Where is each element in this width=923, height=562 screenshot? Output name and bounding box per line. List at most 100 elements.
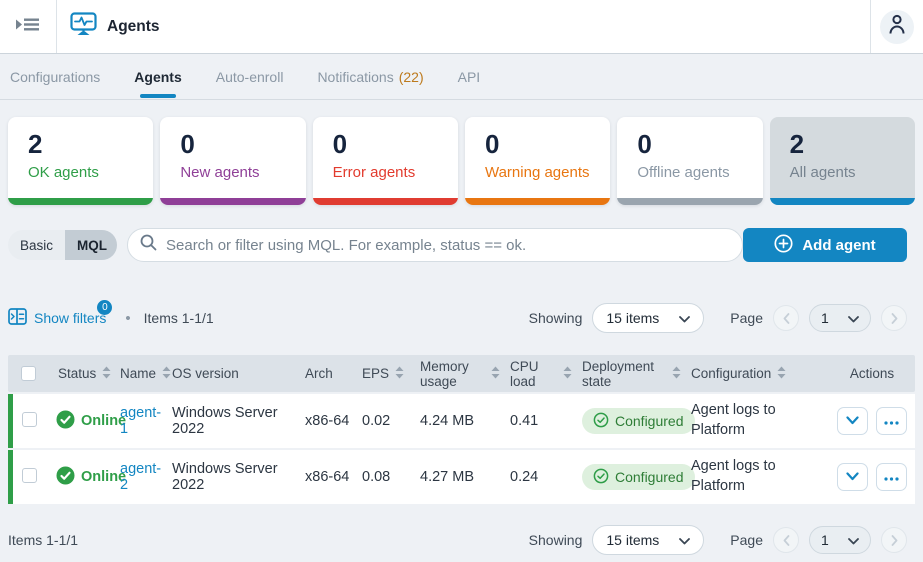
show-filters-link[interactable]: Show filters 0 xyxy=(8,308,106,328)
search-input[interactable] xyxy=(166,237,730,254)
showing-label: Showing xyxy=(529,532,583,548)
actions-cell xyxy=(829,463,915,491)
deployment-state-cell: Configured xyxy=(572,408,681,434)
row-checkbox[interactable] xyxy=(22,412,37,427)
row-checkbox[interactable] xyxy=(22,468,37,483)
chevron-down-icon xyxy=(848,532,859,548)
column-header-status[interactable]: Status xyxy=(48,366,110,382)
search-box[interactable] xyxy=(127,228,743,262)
items-range-text: Items 1-1/1 xyxy=(144,310,214,326)
filters-panel-icon xyxy=(8,308,27,328)
os-version-cell: Windows Server 2022 xyxy=(162,405,295,437)
column-header-deployment-state[interactable]: Deployment state xyxy=(572,359,681,389)
filters-count-badge: 0 xyxy=(97,300,112,315)
table-row-agent-2: Online agent-2 Windows Server 2022 x86-6… xyxy=(8,450,915,504)
header-checkbox-cell xyxy=(8,366,48,381)
tab-configurations[interactable]: Configurations xyxy=(10,55,100,99)
table-row-agent-1: Online agent-1 Windows Server 2022 x86-6… xyxy=(8,394,915,448)
card-new-agents[interactable]: 0 New agents xyxy=(160,117,305,205)
card-warning-agents[interactable]: 0 Warning agents xyxy=(465,117,610,205)
row-actions-menu-button[interactable] xyxy=(876,407,907,435)
sort-icon xyxy=(395,366,404,382)
new-agents-label: New agents xyxy=(180,164,305,181)
page-size-select[interactable]: 15 items xyxy=(592,525,704,555)
tab-notifications[interactable]: Notifications (22) xyxy=(317,55,423,99)
previous-page-button[interactable] xyxy=(773,305,799,331)
eps-cell: 0.08 xyxy=(352,469,410,485)
search-mode-toggle: Basic MQL xyxy=(8,230,117,260)
column-header-name[interactable]: Name xyxy=(110,366,162,382)
column-header-os-version: OS version xyxy=(162,366,295,381)
sort-icon xyxy=(563,366,572,382)
chevron-down-icon xyxy=(846,469,859,485)
select-all-checkbox[interactable] xyxy=(21,366,36,381)
sort-icon xyxy=(672,366,681,382)
user-icon xyxy=(888,14,906,40)
notifications-count: (22) xyxy=(399,69,424,85)
configured-badge: Configured xyxy=(582,464,695,490)
chevron-down-icon xyxy=(848,310,859,326)
previous-page-button[interactable] xyxy=(773,527,799,553)
page-title: Agents xyxy=(107,18,160,36)
column-header-eps[interactable]: EPS xyxy=(352,366,410,382)
chevron-down-icon xyxy=(846,413,859,429)
all-agents-label: All agents xyxy=(790,164,915,181)
new-agents-count: 0 xyxy=(180,130,305,159)
all-agents-count: 2 xyxy=(790,130,915,159)
sidebar-toggle-button[interactable] xyxy=(0,0,57,53)
ellipsis-icon xyxy=(884,469,899,485)
basic-mode-button[interactable]: Basic xyxy=(8,230,65,260)
add-agent-button[interactable]: Add agent xyxy=(743,228,907,262)
table-header-row: Status Name OS version Arch EPS Memory u… xyxy=(8,355,915,392)
page-number-select[interactable]: 1 xyxy=(809,526,871,554)
table-footer: Items 1-1/1 Showing 15 items Page 1 xyxy=(8,524,907,556)
status-cell: Online xyxy=(48,410,110,433)
column-header-cpu-load[interactable]: CPU load xyxy=(500,359,572,389)
separator-dot: • xyxy=(125,310,130,327)
card-all-agents[interactable]: 2 All agents xyxy=(770,117,915,205)
agents-monitor-icon xyxy=(70,12,97,42)
card-ok-agents[interactable]: 2 OK agents xyxy=(8,117,153,205)
page-size-select[interactable]: 15 items xyxy=(592,303,704,333)
os-version-cell: Windows Server 2022 xyxy=(162,461,295,493)
page-label: Page xyxy=(730,310,763,326)
card-error-agents[interactable]: 0 Error agents xyxy=(313,117,458,205)
search-row: Basic MQL Add agent xyxy=(8,228,907,262)
column-header-memory-usage[interactable]: Memory usage xyxy=(410,359,500,389)
sort-icon xyxy=(491,366,500,382)
next-page-button[interactable] xyxy=(881,305,907,331)
tab-api[interactable]: API xyxy=(458,55,481,99)
deployment-state-cell: Configured xyxy=(572,464,681,490)
ellipsis-icon xyxy=(884,413,899,429)
status-cell: Online xyxy=(48,466,110,489)
warning-agents-count: 0 xyxy=(485,130,610,159)
error-agents-color-bar xyxy=(313,198,458,205)
agent-name-cell: agent-1 xyxy=(110,405,162,437)
ok-agents-label: OK agents xyxy=(28,164,153,181)
list-toolbar: Show filters 0 • Items 1-1/1 Showing 15 … xyxy=(8,303,907,333)
eps-cell: 0.02 xyxy=(352,413,410,429)
next-page-button[interactable] xyxy=(881,527,907,553)
search-icon xyxy=(140,234,157,256)
column-header-configuration[interactable]: Configuration xyxy=(681,366,829,382)
agent-status-cards: 2 OK agents 0 New agents 0 Error agents … xyxy=(8,117,915,205)
agent-name-link[interactable]: agent-2 xyxy=(120,461,161,493)
expand-row-button[interactable] xyxy=(837,407,868,435)
column-header-actions: Actions xyxy=(829,366,915,381)
cpu-load-cell: 0.41 xyxy=(500,413,572,429)
page-number-select[interactable]: 1 xyxy=(809,304,871,332)
row-actions-menu-button[interactable] xyxy=(876,463,907,491)
expand-row-button[interactable] xyxy=(837,463,868,491)
card-offline-agents[interactable]: 0 Offline agents xyxy=(617,117,762,205)
arch-cell: x86-64 xyxy=(295,469,352,485)
mql-mode-button[interactable]: MQL xyxy=(65,230,117,260)
tab-agents[interactable]: Agents xyxy=(134,55,181,99)
error-agents-label: Error agents xyxy=(333,164,458,181)
tab-auto-enroll[interactable]: Auto-enroll xyxy=(216,55,284,99)
configuration-cell: Agent logs to Platform xyxy=(681,457,829,496)
agent-name-link[interactable]: agent-1 xyxy=(120,405,161,437)
error-agents-count: 0 xyxy=(333,130,458,159)
user-menu-button[interactable] xyxy=(880,10,914,44)
sort-icon xyxy=(777,366,786,382)
top-bar: Agents xyxy=(0,0,923,54)
